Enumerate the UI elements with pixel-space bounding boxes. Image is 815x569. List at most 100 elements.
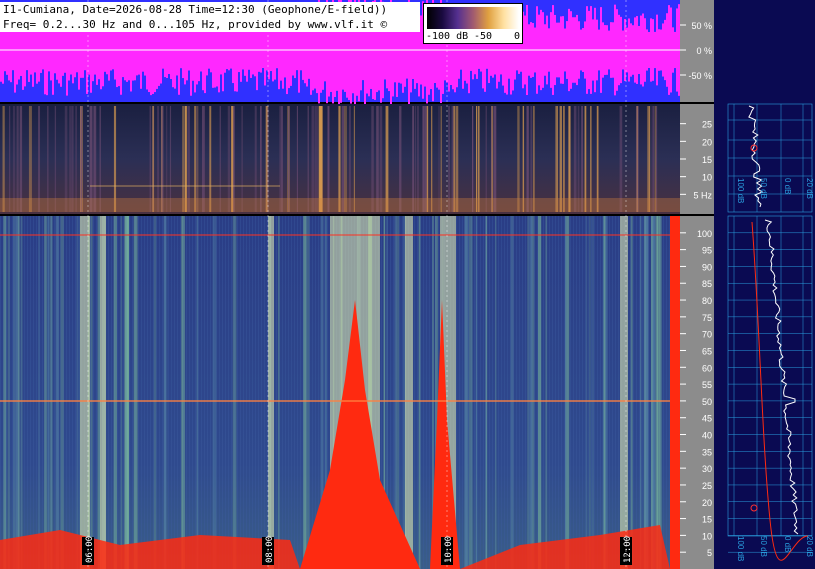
low-streak: [307, 106, 309, 212]
spectrogram-streak: [510, 216, 514, 569]
low-streak: [353, 106, 355, 212]
spectrogram-streak: [163, 216, 166, 569]
low-streak: [577, 106, 580, 212]
low-streak: [584, 106, 587, 212]
low-streak: [69, 106, 72, 212]
main-tick-label: 100: [697, 229, 712, 239]
spectrogram-streak: [76, 216, 79, 569]
spectrogram-streak: [652, 216, 655, 569]
low-streak: [149, 106, 151, 212]
main-tick-label: 95: [702, 246, 712, 256]
spectrogram-streak: [13, 216, 16, 569]
low-streak: [652, 106, 655, 212]
low-band: [0, 198, 680, 212]
spectrogram-streak: [278, 216, 280, 569]
low-streak: [455, 106, 459, 212]
low-streak: [260, 106, 262, 212]
low-streak: [530, 106, 533, 212]
spectrogram-streak: [303, 216, 307, 569]
low-streak: [590, 106, 592, 212]
spectrogram-bright-band: [268, 216, 274, 569]
main-tick-label: 30: [702, 464, 712, 474]
low-streak: [280, 106, 283, 212]
low-streak: [556, 106, 558, 212]
low-streak: [187, 106, 190, 212]
spectrogram-streak: [418, 216, 421, 569]
low-streak: [476, 106, 478, 212]
spectrogram-streak: [20, 216, 23, 569]
main-tick-label: 65: [702, 346, 712, 356]
low-streak: [233, 106, 235, 212]
low-streak: [438, 106, 440, 212]
low-streak: [426, 106, 429, 212]
low-streak: [311, 106, 315, 212]
low-streak: [636, 106, 638, 212]
spectrogram-streak: [47, 216, 49, 569]
spectrogram-streak: [464, 216, 468, 569]
low-streak: [654, 106, 657, 212]
main-tick-label: 35: [702, 447, 712, 457]
spectrogram-streak: [55, 216, 60, 569]
spectrogram-streak: [4, 216, 7, 569]
spectrogram-streak: [60, 216, 64, 569]
low-streak: [648, 106, 651, 212]
profile-main-tick-label: 100 dB: [736, 536, 745, 561]
colorbar-label-min: -100 dB: [426, 31, 469, 42]
spectrogram-streak: [585, 216, 588, 569]
spectrogram-streak: [38, 216, 40, 569]
spectrogram-streak: [591, 216, 594, 569]
spectrogram-streak: [630, 216, 633, 569]
low-tick-label: 25: [702, 120, 712, 130]
low-streak: [75, 106, 77, 212]
low-streak: [485, 106, 487, 212]
low-streak: [169, 106, 172, 212]
spectrogram-streak: [232, 216, 237, 569]
spectrogram-streak: [529, 216, 533, 569]
main-tick-label: 45: [702, 414, 712, 424]
main-tick-label: 80: [702, 296, 712, 306]
spectrogram-bright-band: [100, 216, 106, 569]
low-streak: [477, 106, 480, 212]
colorbar: -100 dB -50 0: [423, 3, 523, 44]
low-streak: [385, 106, 389, 212]
spectrogram-bright-band: [620, 216, 628, 569]
low-streak: [422, 106, 425, 212]
low-streak: [619, 106, 623, 212]
low-streak: [493, 106, 497, 212]
spectrogram-streak: [475, 216, 478, 569]
colorbar-label-max: 0: [514, 31, 521, 42]
low-streak: [581, 106, 583, 212]
low-streak: [296, 106, 298, 212]
low-streak: [376, 106, 379, 212]
low-streak: [182, 106, 185, 212]
spectrogram-streak: [90, 216, 93, 569]
low-streak: [71, 106, 74, 212]
low-streak: [219, 106, 221, 212]
low-streak: [440, 106, 442, 212]
low-streak: [417, 106, 419, 212]
spectrogram-streak: [153, 216, 157, 569]
low-streak: [28, 106, 32, 212]
low-streak: [16, 106, 19, 212]
low-streak: [288, 106, 290, 212]
low-streak: [166, 106, 168, 212]
spectrogram-streak: [17, 216, 21, 569]
amp-tick-label: 50 %: [691, 21, 712, 31]
low-tick-label: 5 Hz: [693, 190, 712, 200]
low-tick-label: 10: [702, 173, 712, 183]
time-tick-label: 08:00: [265, 536, 275, 563]
profile-top-tick-label: 20 dB: [805, 178, 814, 199]
spectrogram-streak: [305, 216, 310, 569]
low-streak: [526, 106, 529, 212]
low-streak: [399, 106, 402, 212]
vlf-monitor-display: 50 %0 %-50 % 252015105 Hz 10095908580757…: [0, 0, 815, 569]
low-streak: [349, 106, 351, 212]
low-streak: [315, 106, 319, 212]
main-tick-label: 55: [702, 380, 712, 390]
low-streak: [2, 106, 5, 212]
main-tick-label: 5: [707, 548, 712, 558]
low-streak: [596, 106, 599, 212]
spectrogram-streak: [120, 216, 123, 569]
low-streak: [12, 106, 16, 212]
low-streak: [161, 106, 164, 212]
